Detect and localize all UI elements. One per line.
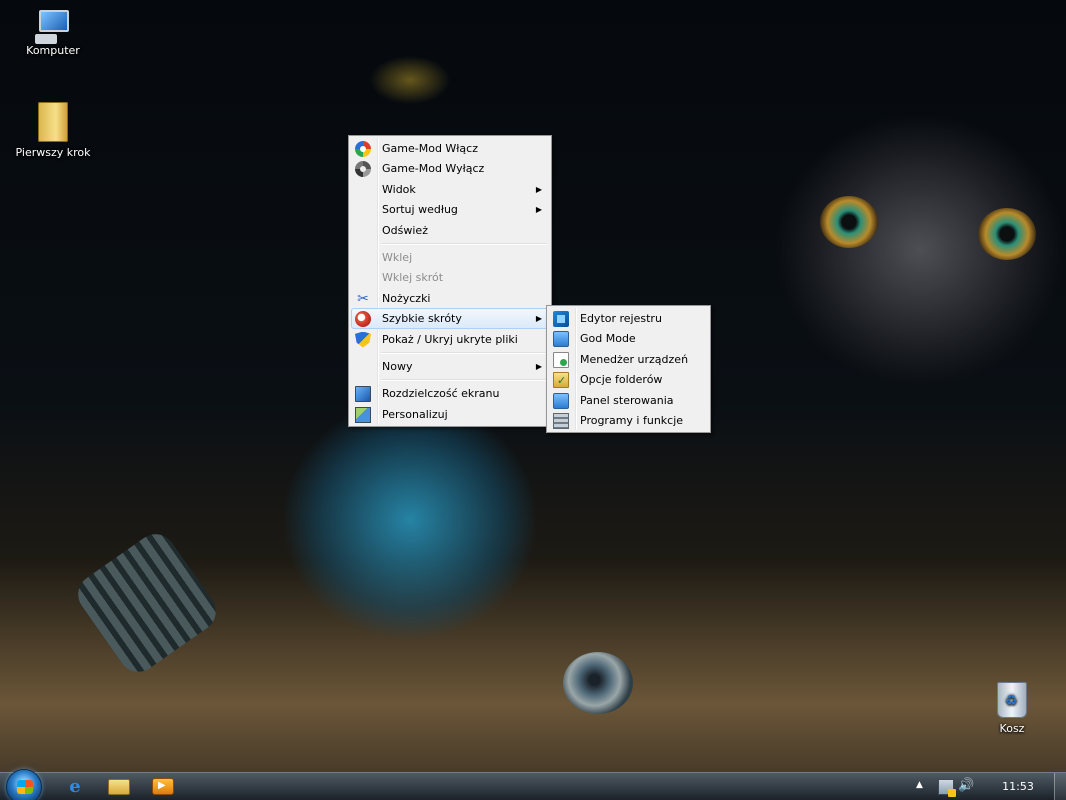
game-mode-on-icon	[355, 141, 371, 157]
control-panel-icon	[553, 392, 569, 409]
menu-item-label: Opcje folderów	[580, 373, 663, 387]
submenu-item-control-panel[interactable]: Panel sterowania	[549, 390, 708, 410]
desktop-icon-label: Pierwszy krok	[15, 146, 91, 159]
shield-icon	[355, 331, 371, 348]
menu-item-label: Personalizuj	[382, 407, 448, 421]
submenu-item-registry-editor[interactable]: Edytor rejestru	[549, 308, 708, 328]
menu-item-label: Game-Mod Wyłącz	[382, 162, 485, 176]
menu-item-refresh[interactable]: Odśwież	[351, 220, 549, 240]
wallpaper-cat-eye-left	[820, 196, 878, 248]
submenu-item-god-mode[interactable]: God Mode	[549, 328, 708, 348]
menu-item-toggle-hidden-files[interactable]: Pokaż / Ukryj ukryte pliki	[351, 329, 549, 349]
menu-item-label: Edytor rejestru	[580, 312, 662, 325]
menu-item-game-mode-off[interactable]: Game-Mod Wyłącz	[351, 158, 549, 178]
menu-item-label: Rozdzielczość ekranu	[382, 387, 500, 401]
menu-item-label: Wklej	[382, 250, 413, 264]
menu-item-label: Sortuj według	[382, 203, 458, 217]
monitor-icon	[355, 386, 371, 403]
menu-item-snipping-tool[interactable]: ✂ Nożyczki	[351, 288, 549, 308]
menu-item-quick-shortcuts[interactable]: Szybkie skróty ▶	[351, 308, 549, 329]
submenu-item-device-manager[interactable]: Menedżer urządzeń	[549, 349, 708, 369]
menu-item-sort-by[interactable]: Sortuj według ▶	[351, 199, 549, 219]
desktop-icon-first-steps[interactable]: Pierwszy krok	[13, 102, 93, 159]
menu-item-paste-shortcut: Wklej skrót	[351, 267, 549, 287]
control-panel-icon	[553, 331, 569, 348]
menu-item-label: Nożyczki	[382, 291, 431, 305]
menu-item-label: Widok	[382, 182, 416, 196]
taskbar-clock[interactable]: 11:53	[990, 773, 1046, 800]
personalize-icon	[355, 406, 371, 423]
menu-item-new[interactable]: Nowy ▶	[351, 356, 549, 376]
menu-item-label: Wklej skrót	[382, 271, 444, 285]
folder-options-icon	[553, 371, 569, 391]
menu-item-label: God Mode	[580, 332, 636, 346]
show-desktop-button[interactable]	[1054, 773, 1066, 800]
menu-item-label: Pokaż / Ukryj ukryte pliki	[382, 332, 518, 346]
desktop-icon-label: Komputer	[26, 44, 80, 57]
menu-item-paste: Wklej	[351, 247, 549, 267]
volume-icon[interactable]	[958, 778, 974, 793]
menu-item-label: Game-Mod Włącz	[382, 142, 478, 155]
wallpaper-bulb-base	[70, 526, 224, 680]
menu-item-label: Szybkie skróty	[382, 312, 462, 326]
menu-separator	[381, 240, 549, 247]
menu-item-personalize[interactable]: Personalizuj	[351, 404, 549, 424]
start-button[interactable]	[6, 769, 42, 800]
menu-item-label: Odśwież	[382, 223, 428, 237]
menu-separator	[381, 376, 549, 383]
folder-icon	[38, 102, 68, 142]
registry-editor-icon	[553, 311, 569, 327]
submenu-item-folder-options[interactable]: Opcje folderów	[549, 369, 708, 391]
desktop-icon-computer[interactable]: Komputer	[13, 10, 93, 57]
menu-item-game-mode-on[interactable]: Game-Mod Włącz	[351, 138, 549, 158]
internet-explorer-icon[interactable]	[64, 777, 86, 797]
programs-icon	[553, 412, 569, 429]
menu-item-label: Programy i funkcje	[580, 413, 684, 427]
wallpaper-snail	[563, 652, 633, 714]
recycle-bin-icon	[997, 682, 1027, 718]
menu-item-view[interactable]: Widok ▶	[351, 179, 549, 199]
submenu-item-programs-features[interactable]: Programy i funkcje	[549, 410, 708, 430]
scissors-icon: ✂	[357, 290, 369, 307]
submenu-arrow-icon: ▶	[535, 184, 542, 194]
menu-item-label: Panel sterowania	[580, 393, 674, 407]
show-hidden-icons-button[interactable]: ▲	[916, 780, 923, 790]
menu-item-label: Menedżer urządzeń	[580, 352, 689, 366]
menu-item-label: Nowy	[382, 359, 413, 373]
media-player-icon[interactable]	[152, 778, 174, 795]
explorer-icon[interactable]	[108, 779, 130, 795]
game-mode-off-icon	[355, 161, 371, 178]
wallpaper-cat-eye-right	[978, 208, 1036, 260]
desktop-icon-label: Kosz	[999, 722, 1025, 735]
network-icon[interactable]	[938, 779, 956, 797]
submenu-arrow-icon: ▶	[535, 205, 542, 215]
menu-item-screen-resolution[interactable]: Rozdzielczość ekranu	[351, 383, 549, 403]
submenu-arrow-icon: ▶	[535, 361, 542, 371]
quick-shortcuts-submenu: Edytor rejestru God Mode Menedżer urządz…	[546, 305, 711, 434]
desktop-context-menu: Game-Mod Włącz Game-Mod Wyłącz Widok ▶ S…	[348, 135, 552, 428]
desktop-icon-recycle-bin[interactable]: Kosz	[972, 682, 1052, 735]
device-manager-icon	[553, 351, 569, 368]
computer-icon	[33, 10, 73, 44]
menu-separator	[381, 349, 549, 356]
taskbar: ▲ 11:53	[0, 769, 1066, 800]
shortcuts-icon	[355, 311, 371, 328]
submenu-arrow-icon: ▶	[535, 314, 542, 324]
